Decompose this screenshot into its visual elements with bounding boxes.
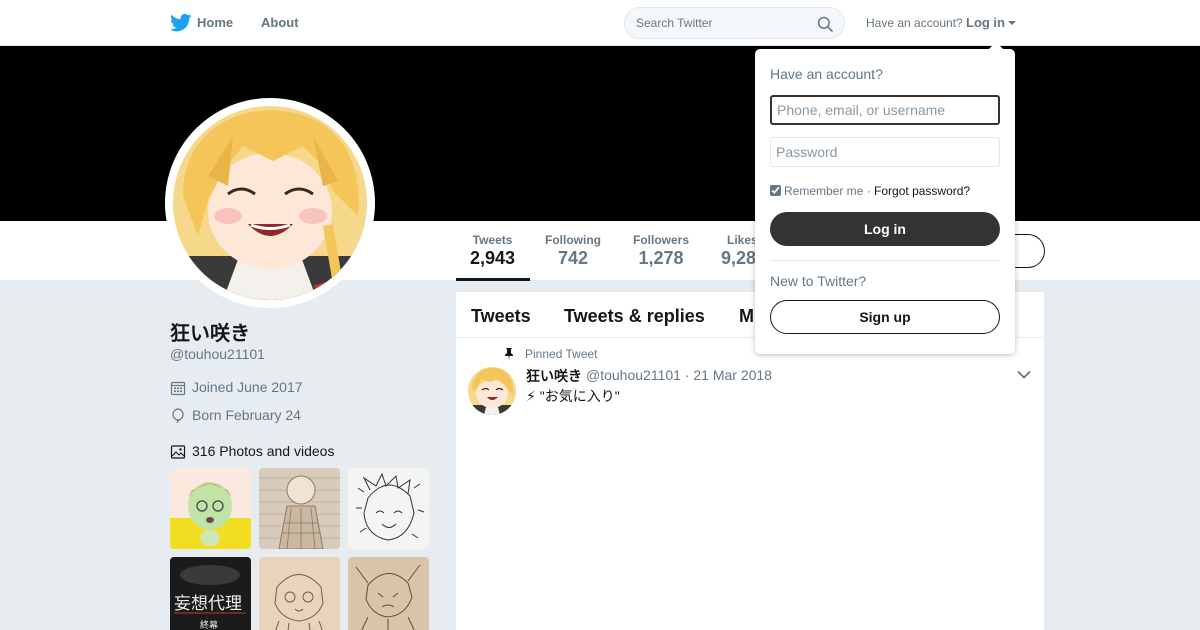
balloon-icon bbox=[172, 408, 184, 424]
stat-likes-label: Likes bbox=[727, 233, 758, 247]
photo-thumbnail[interactable] bbox=[348, 468, 429, 549]
tweet-avatar[interactable] bbox=[468, 367, 516, 415]
pin-icon bbox=[505, 348, 513, 361]
login-dropdown-toggle[interactable]: Log in bbox=[966, 15, 1005, 30]
stat-following-value: 742 bbox=[557, 248, 589, 268]
login-button[interactable]: Log in bbox=[770, 212, 1000, 246]
stat-followers-label: Followers bbox=[633, 233, 690, 247]
tweet-handle-date[interactable]: @touhou21101 · 21 Mar 2018 bbox=[586, 367, 772, 383]
photo-thumbnail[interactable]: 妄想代理 終幕 bbox=[170, 557, 251, 630]
photos-videos-label: 316 Photos and videos bbox=[192, 443, 335, 459]
tab-tweets[interactable]: Tweets bbox=[471, 306, 531, 327]
dropdown-arrow bbox=[988, 42, 1004, 50]
stat-likes-value: 9,28 bbox=[721, 248, 757, 268]
stat-tweets[interactable]: Tweets 2,943 bbox=[470, 233, 515, 269]
separator-dot: · bbox=[866, 184, 871, 198]
stat-followers[interactable]: Followers 1,278 bbox=[633, 233, 689, 269]
svg-text:終幕: 終幕 bbox=[200, 619, 218, 630]
search-input[interactable] bbox=[636, 14, 806, 32]
profile-avatar[interactable] bbox=[165, 98, 375, 308]
joined-text: Joined June 2017 bbox=[192, 379, 303, 395]
avatar-illustration bbox=[173, 106, 367, 300]
search-box[interactable] bbox=[624, 7, 845, 39]
forgot-password-link[interactable]: Forgot password? bbox=[874, 184, 970, 198]
stat-following[interactable]: Following 742 bbox=[545, 233, 601, 269]
dropdown-title: Have an account? bbox=[770, 66, 883, 82]
nav-home-link[interactable]: Home bbox=[197, 15, 233, 30]
nav-about-link[interactable]: About bbox=[261, 15, 299, 30]
photo-thumbnail[interactable] bbox=[348, 557, 429, 630]
top-nav: Home About Have an account? Log in bbox=[0, 0, 1200, 46]
stat-tweets-label: Tweets bbox=[472, 233, 513, 247]
tweet-author-name[interactable]: 狂い咲き bbox=[526, 366, 582, 386]
login-dropdown: Have an account? Remember me · Forgot pa… bbox=[755, 42, 1015, 354]
born-text: Born February 24 bbox=[192, 407, 301, 423]
new-to-twitter-text: New to Twitter? bbox=[770, 273, 867, 289]
svg-text:妄想代理: 妄想代理 bbox=[174, 594, 242, 614]
pinned-tweet-label: Pinned Tweet bbox=[525, 347, 598, 361]
photo-thumbnail[interactable] bbox=[170, 468, 251, 549]
signup-button[interactable]: Sign up bbox=[770, 300, 1000, 334]
password-input[interactable] bbox=[770, 137, 1000, 167]
tweet-text: ⚡ "お気に入り" bbox=[526, 388, 620, 404]
photo-icon bbox=[170, 445, 186, 459]
remember-row: Remember me · Forgot password? bbox=[770, 184, 970, 198]
profile-name: 狂い咲き bbox=[170, 323, 250, 345]
divider bbox=[770, 260, 1000, 261]
tab-media[interactable]: M bbox=[739, 306, 754, 327]
tab-tweets-replies[interactable]: Tweets & replies bbox=[564, 306, 705, 327]
twitter-logo-icon[interactable] bbox=[170, 13, 192, 33]
search-icon[interactable] bbox=[817, 16, 833, 32]
profile-handle[interactable]: @touhou21101 bbox=[170, 346, 265, 362]
calendar-icon bbox=[170, 381, 186, 396]
stat-likes[interactable]: Likes 9,28 bbox=[721, 233, 758, 269]
remember-me-checkbox[interactable] bbox=[770, 185, 781, 196]
stat-following-label: Following bbox=[545, 233, 601, 247]
username-input[interactable] bbox=[770, 95, 1000, 125]
active-stat-underline bbox=[456, 278, 530, 281]
photo-thumbnail[interactable] bbox=[259, 557, 340, 630]
stat-tweets-value: 2,943 bbox=[470, 248, 516, 268]
stat-followers-value: 1,278 bbox=[638, 248, 684, 268]
caret-down-icon[interactable] bbox=[1008, 21, 1016, 25]
photo-thumbnail[interactable] bbox=[259, 468, 340, 549]
remember-me-label[interactable]: Remember me bbox=[784, 184, 863, 198]
chevron-down-icon[interactable] bbox=[1017, 370, 1031, 380]
have-account-text: Have an account? bbox=[866, 16, 963, 30]
